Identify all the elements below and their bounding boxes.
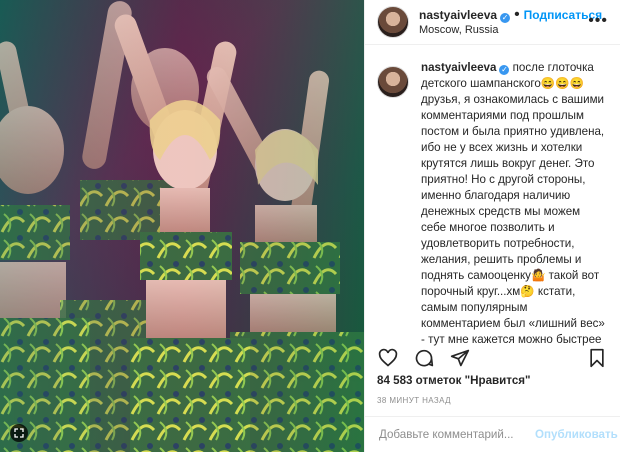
avatar[interactable] [377,6,409,38]
instagram-post: nastyaivleeva ✓ • Подписаться Moscow, Russi… [0,0,620,452]
post-timestamp[interactable]: 38 МИНУТ НАЗАД [377,396,451,405]
heart-icon[interactable] [377,347,399,369]
more-options-icon[interactable]: ••• [588,12,608,30]
caption-text: после глоточка детского шампанского😄😄😄 д… [421,61,605,346]
separator-dot: • [514,5,520,23]
photo-illustration [0,0,364,452]
caption: nastyaivleeva ✓ после глоточка детского ш… [377,60,612,348]
verified-badge-icon: ✓ [499,65,510,75]
post-photo[interactable] [0,0,364,452]
post-header: nastyaivleeva ✓ • Подписаться Moscow, Russi… [365,0,620,45]
username[interactable]: nastyaivleeva [419,8,497,22]
comment-input[interactable] [377,427,535,442]
publish-button[interactable]: Опубликовать [535,428,618,441]
bookmark-icon[interactable] [586,347,608,369]
share-icon[interactable] [449,347,471,369]
verified-badge-icon: ✓ [500,12,511,23]
expand-icon[interactable] [10,424,28,442]
action-bar [377,346,608,370]
comment-icon[interactable] [413,347,435,369]
caption-username[interactable]: nastyaivleeva [421,61,496,74]
location-link[interactable]: Moscow, Russia [419,23,602,37]
likes-count[interactable]: 84 583 отметок "Нравится" [377,374,531,387]
comment-bar: Опубликовать [365,416,620,452]
post-sidebar: nastyaivleeva ✓ • Подписаться Moscow, Russi… [364,0,620,452]
caption-avatar[interactable] [377,66,409,98]
